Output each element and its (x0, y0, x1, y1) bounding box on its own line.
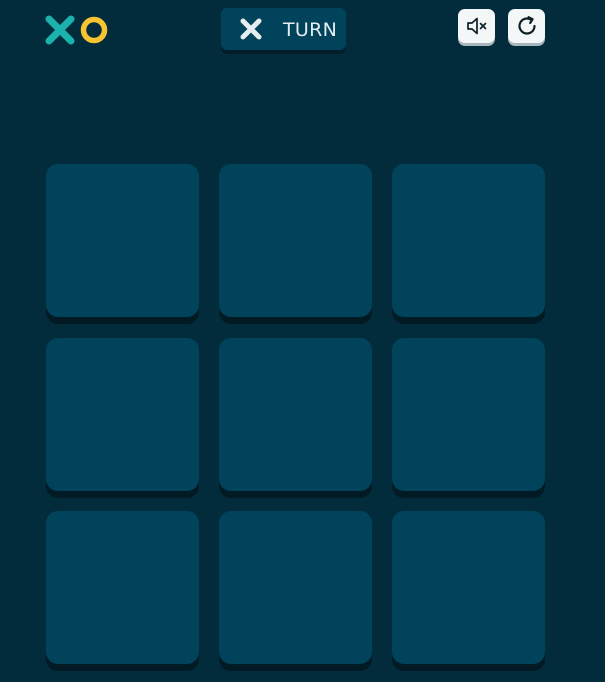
x-mark-icon (239, 17, 263, 41)
turn-indicator: TURN (221, 8, 346, 50)
board-cell-9[interactable] (392, 511, 545, 664)
board-cell-6[interactable] (392, 338, 545, 491)
logo-x-mark (45, 15, 75, 45)
restart-icon (515, 14, 539, 38)
board-cell-4[interactable] (46, 338, 199, 491)
board-cell-7[interactable] (46, 511, 199, 664)
turn-label: TURN (283, 19, 338, 41)
restart-button[interactable] (508, 9, 545, 43)
board-cell-1[interactable] (46, 164, 199, 317)
board-cell-2[interactable] (219, 164, 372, 317)
board-cell-8[interactable] (219, 511, 372, 664)
xo-logo-icon (45, 15, 109, 47)
board-cell-3[interactable] (392, 164, 545, 317)
speaker-muted-icon (465, 15, 489, 37)
mute-button[interactable] (458, 9, 495, 43)
logo-o-mark (80, 16, 108, 44)
board-cell-5[interactable] (219, 338, 372, 491)
